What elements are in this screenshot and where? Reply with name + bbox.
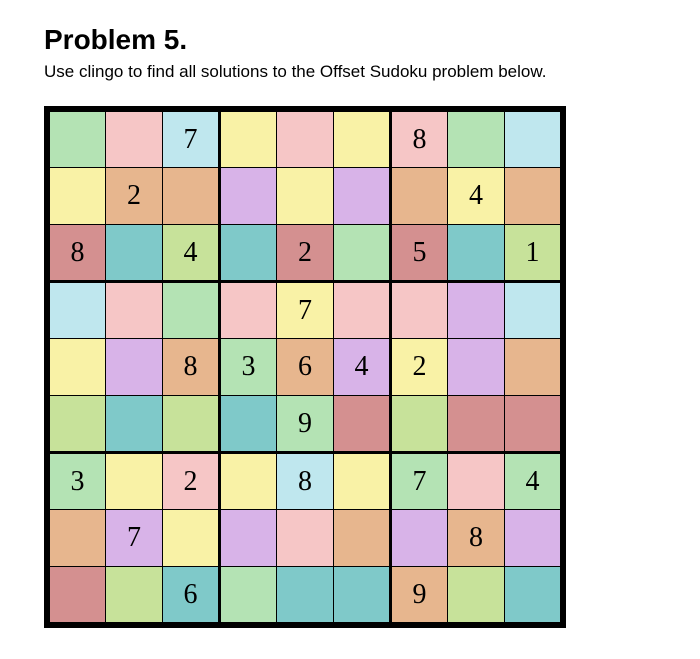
sudoku-cell — [334, 282, 391, 339]
sudoku-row: 84251 — [49, 225, 562, 282]
sudoku-cell: 8 — [448, 510, 505, 567]
sudoku-board: 7824842517836429328747869 — [44, 106, 566, 628]
sudoku-cell — [106, 453, 163, 510]
sudoku-row: 78 — [49, 111, 562, 168]
sudoku-cell — [163, 510, 220, 567]
sudoku-cell: 5 — [391, 225, 448, 282]
sudoku-cell: 7 — [163, 111, 220, 168]
sudoku-cell: 3 — [49, 453, 106, 510]
sudoku-cell — [448, 282, 505, 339]
sudoku-cell — [334, 225, 391, 282]
sudoku-row: 9 — [49, 396, 562, 453]
sudoku-cell — [106, 396, 163, 453]
sudoku-cell — [49, 339, 106, 396]
sudoku-cell — [49, 282, 106, 339]
sudoku-cell: 8 — [163, 339, 220, 396]
sudoku-cell: 3 — [220, 339, 277, 396]
sudoku-cell — [391, 396, 448, 453]
sudoku-cell — [106, 282, 163, 339]
sudoku-cell — [106, 111, 163, 168]
sudoku-cell: 9 — [277, 396, 334, 453]
sudoku-cell: 4 — [163, 225, 220, 282]
sudoku-grid: 7824842517836429328747869 — [47, 109, 563, 625]
sudoku-cell — [334, 168, 391, 225]
sudoku-row: 24 — [49, 168, 562, 225]
sudoku-cell — [163, 168, 220, 225]
sudoku-cell: 4 — [505, 453, 562, 510]
sudoku-cell — [49, 111, 106, 168]
sudoku-cell — [334, 567, 391, 624]
sudoku-cell: 4 — [448, 168, 505, 225]
sudoku-cell — [505, 282, 562, 339]
sudoku-cell — [277, 168, 334, 225]
sudoku-cell — [505, 111, 562, 168]
sudoku-cell — [334, 396, 391, 453]
sudoku-cell: 1 — [505, 225, 562, 282]
sudoku-row: 32874 — [49, 453, 562, 510]
sudoku-cell — [448, 567, 505, 624]
sudoku-cell — [391, 282, 448, 339]
page-title: Problem 5. — [44, 24, 700, 56]
sudoku-cell — [277, 510, 334, 567]
sudoku-row: 78 — [49, 510, 562, 567]
sudoku-cell — [391, 510, 448, 567]
sudoku-cell — [220, 225, 277, 282]
sudoku-cell — [448, 225, 505, 282]
sudoku-cell — [505, 567, 562, 624]
sudoku-cell — [49, 567, 106, 624]
sudoku-cell — [163, 282, 220, 339]
sudoku-cell — [334, 111, 391, 168]
sudoku-cell — [106, 567, 163, 624]
sudoku-cell — [106, 339, 163, 396]
sudoku-cell — [334, 510, 391, 567]
sudoku-cell — [106, 225, 163, 282]
sudoku-cell — [505, 339, 562, 396]
sudoku-cell — [220, 168, 277, 225]
sudoku-cell: 8 — [391, 111, 448, 168]
sudoku-cell: 9 — [391, 567, 448, 624]
sudoku-cell — [334, 453, 391, 510]
sudoku-cell: 7 — [391, 453, 448, 510]
sudoku-cell — [448, 396, 505, 453]
sudoku-cell — [505, 396, 562, 453]
sudoku-cell — [220, 453, 277, 510]
sudoku-cell — [277, 111, 334, 168]
sudoku-cell — [220, 111, 277, 168]
sudoku-cell: 4 — [334, 339, 391, 396]
sudoku-cell: 2 — [106, 168, 163, 225]
sudoku-cell: 8 — [49, 225, 106, 282]
sudoku-cell — [49, 396, 106, 453]
sudoku-cell: 6 — [277, 339, 334, 396]
sudoku-cell — [505, 510, 562, 567]
sudoku-cell — [49, 168, 106, 225]
sudoku-row: 69 — [49, 567, 562, 624]
sudoku-cell: 2 — [277, 225, 334, 282]
problem-description: Use clingo to find all solutions to the … — [44, 62, 700, 82]
sudoku-cell — [163, 396, 220, 453]
sudoku-cell: 6 — [163, 567, 220, 624]
sudoku-cell — [220, 567, 277, 624]
sudoku-cell — [220, 282, 277, 339]
sudoku-row: 7 — [49, 282, 562, 339]
sudoku-cell — [391, 168, 448, 225]
sudoku-cell: 8 — [277, 453, 334, 510]
sudoku-cell: 7 — [106, 510, 163, 567]
sudoku-cell: 7 — [277, 282, 334, 339]
sudoku-row: 83642 — [49, 339, 562, 396]
sudoku-cell — [448, 111, 505, 168]
sudoku-cell: 2 — [163, 453, 220, 510]
sudoku-cell: 2 — [391, 339, 448, 396]
sudoku-cell — [220, 396, 277, 453]
sudoku-cell — [277, 567, 334, 624]
sudoku-cell — [49, 510, 106, 567]
sudoku-cell — [448, 339, 505, 396]
sudoku-cell — [505, 168, 562, 225]
sudoku-cell — [448, 453, 505, 510]
sudoku-cell — [220, 510, 277, 567]
